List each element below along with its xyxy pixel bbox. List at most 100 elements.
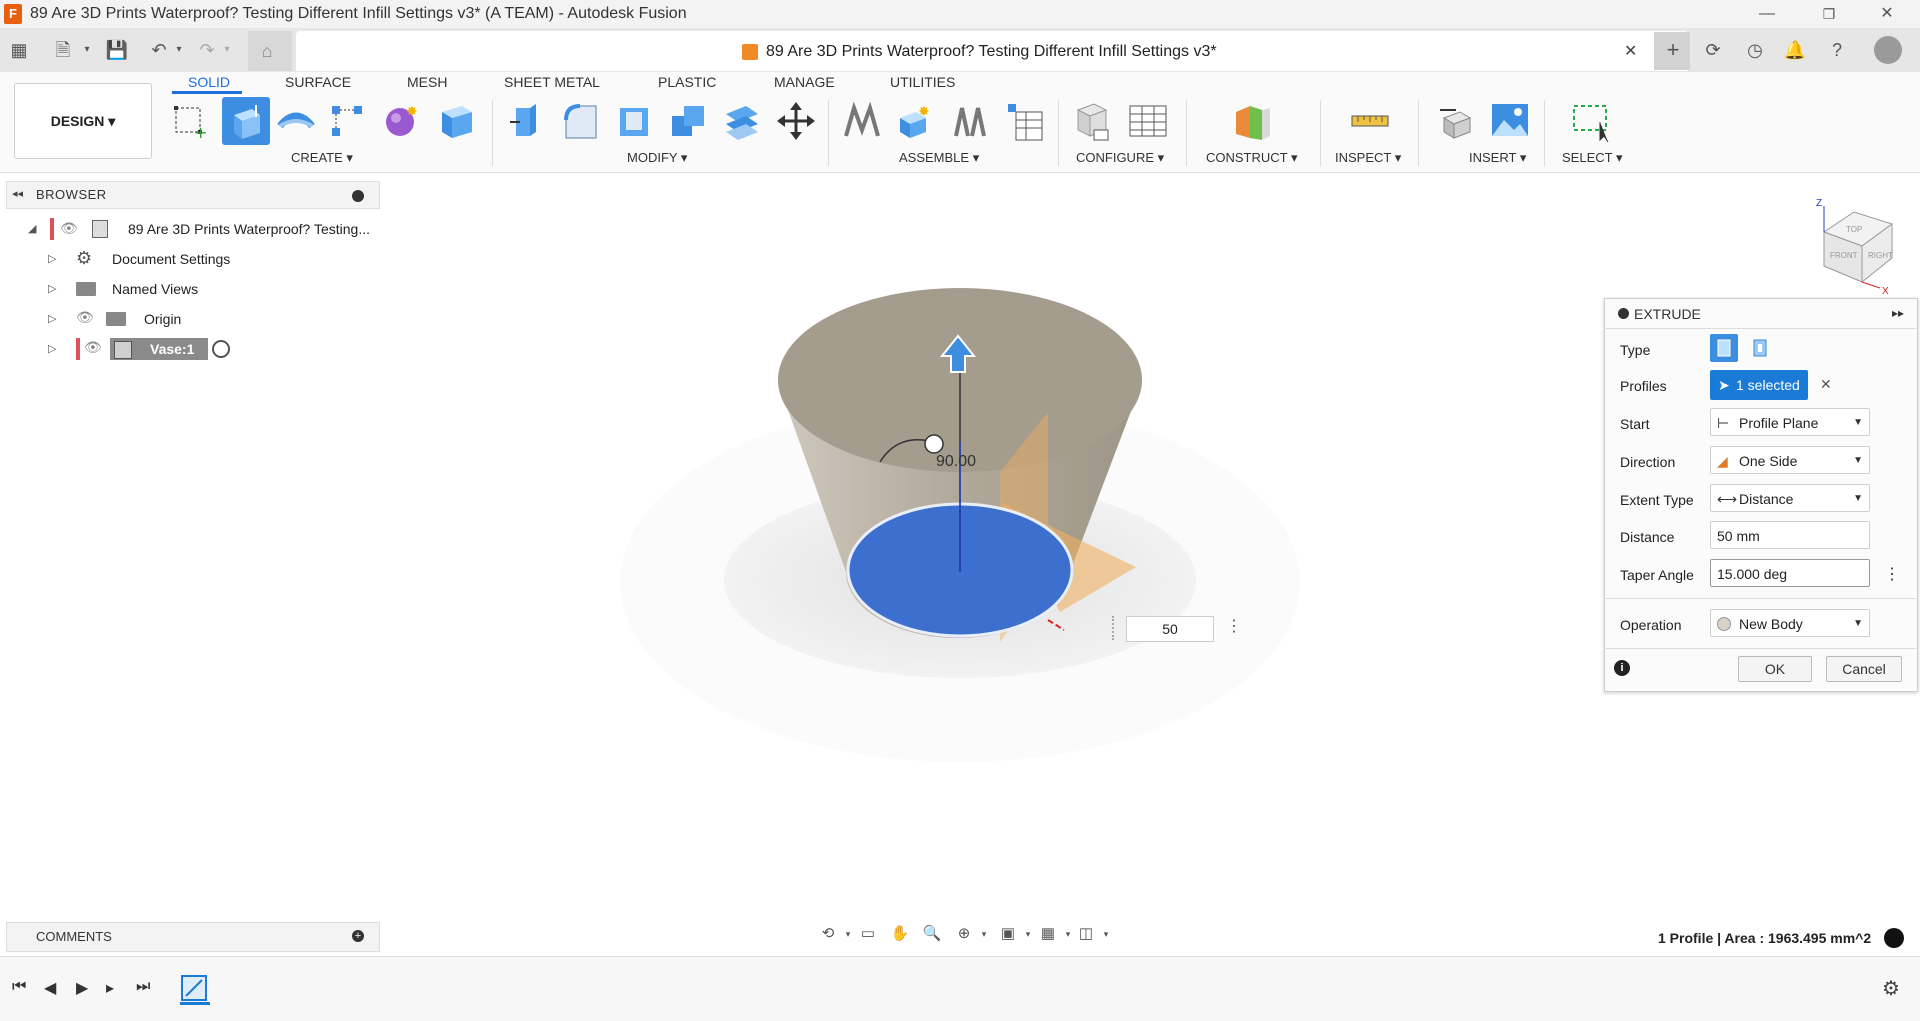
pan-icon[interactable]: ✋ (888, 924, 912, 944)
activate-radio-icon[interactable] (212, 340, 230, 358)
revolve-icon[interactable] (276, 100, 316, 142)
create-sketch-icon[interactable]: + (170, 100, 210, 142)
distance-onscreen-input[interactable]: 50 (1126, 616, 1214, 642)
new-component-icon[interactable] (842, 100, 882, 142)
tab-utilities[interactable]: UTILITIES (890, 74, 955, 90)
more-options-icon[interactable]: ⋮ (1226, 616, 1242, 636)
configure-menu[interactable]: CONFIGURE ▾ (1076, 150, 1164, 166)
fillet-icon[interactable] (560, 100, 600, 142)
tab-mesh[interactable]: MESH (407, 74, 447, 90)
help-icon[interactable]: ? (1824, 37, 1850, 63)
visibility-eye-icon[interactable]: 👁 (84, 339, 102, 356)
create-menu[interactable]: CREATE ▾ (291, 150, 353, 166)
distance-field[interactable]: 50 mm (1710, 521, 1870, 549)
angle-manipulator-icon[interactable] (924, 434, 944, 454)
redo-dropdown-icon[interactable]: ▾ (214, 37, 240, 63)
collapse-browser-icon[interactable]: ◂◂ (12, 187, 23, 200)
configure-design-icon[interactable] (1072, 100, 1112, 142)
modify-menu[interactable]: MODIFY ▾ (627, 150, 687, 166)
combine-icon[interactable] (668, 100, 708, 142)
extent-type-dropdown[interactable]: Distance ⟷ ▼ (1710, 484, 1870, 512)
insert-canvas-icon[interactable] (1490, 100, 1530, 142)
split-body-icon[interactable] (722, 100, 762, 142)
home-icon[interactable]: ⌂ (254, 38, 280, 64)
viewcube-right-label[interactable]: RIGHT (1868, 251, 1893, 260)
go-to-start-icon[interactable]: ⏮ (12, 978, 26, 996)
select-window-icon[interactable] (1570, 100, 1610, 143)
more-options-icon[interactable]: ⋮ (1884, 564, 1900, 584)
restore-icon[interactable]: ❐ (1806, 0, 1852, 28)
file-dropdown-icon[interactable]: ▾ (74, 37, 100, 63)
expand-triangle-icon[interactable]: ▷ (48, 282, 56, 295)
tab-sheet-metal[interactable]: SHEET METAL (504, 74, 600, 90)
file-menu-icon[interactable]: 🗎 (50, 37, 76, 63)
collapse-triangle-icon[interactable]: ◢ (28, 222, 36, 235)
zoom-icon[interactable]: 🔍 (920, 924, 944, 944)
insert-menu[interactable]: INSERT ▾ (1469, 150, 1526, 166)
tab-manage[interactable]: MANAGE (774, 74, 835, 90)
app-grid-icon[interactable]: ▦ (6, 37, 32, 63)
tab-plastic[interactable]: PLASTIC (658, 74, 716, 90)
insert-derive-icon[interactable] (1436, 100, 1476, 142)
close-window-icon[interactable]: ✕ (1864, 0, 1910, 28)
select-menu[interactable]: SELECT ▾ (1562, 150, 1622, 166)
press-pull-icon[interactable] (506, 100, 546, 142)
type-solid-button[interactable] (1710, 334, 1738, 362)
step-back-icon[interactable]: ◀ (44, 978, 56, 998)
extrude-icon[interactable] (222, 97, 270, 145)
operation-dropdown[interactable]: New Body ▼ (1710, 609, 1870, 637)
clear-selection-icon[interactable]: ✕ (1820, 376, 1832, 393)
timeline-settings-gear-icon[interactable]: ⚙ (1882, 976, 1900, 1001)
plus-icon[interactable]: + (1660, 37, 1686, 63)
joint-icon[interactable]: ✸ (896, 100, 936, 142)
box-icon[interactable] (436, 100, 476, 142)
visibility-eye-icon[interactable]: 👁 (76, 309, 94, 326)
timeline-sketch-feature-icon[interactable] (178, 970, 212, 1006)
add-comment-icon[interactable]: + (352, 930, 364, 942)
viewcube-front-label[interactable]: FRONT (1830, 251, 1858, 260)
pattern-icon[interactable] (328, 100, 368, 142)
expand-triangle-icon[interactable]: ▷ (48, 312, 56, 325)
type-thin-button[interactable] (1746, 334, 1774, 362)
look-at-icon[interactable]: ▭ (856, 924, 880, 944)
ok-button[interactable]: OK (1738, 656, 1812, 682)
direction-dropdown[interactable]: One Side ◢ ▼ (1710, 446, 1870, 474)
tab-surface[interactable]: SURFACE (285, 74, 351, 90)
expand-dialog-icon[interactable]: ▸▸ (1892, 306, 1904, 320)
workspace-switcher[interactable]: DESIGN ▾ (14, 83, 152, 159)
construct-menu[interactable]: CONSTRUCT ▾ (1206, 150, 1298, 166)
job-status-icon[interactable]: ◷ (1742, 37, 1768, 63)
tab-solid[interactable]: SOLID (188, 74, 230, 90)
viewports-dropdown-icon[interactable]: ▾ (1094, 924, 1118, 944)
info-icon[interactable]: i (1614, 660, 1630, 676)
taper-angle-field[interactable]: 15.000 deg (1710, 559, 1870, 587)
avatar[interactable] (1874, 36, 1902, 64)
as-built-joint-icon[interactable] (950, 100, 990, 142)
expand-triangle-icon[interactable]: ▷ (48, 342, 56, 355)
move-copy-icon[interactable] (776, 100, 816, 142)
3d-viewport[interactable]: 90.00 (380, 172, 1600, 912)
minimize-icon[interactable]: — (1744, 0, 1790, 28)
bill-of-materials-icon[interactable] (1004, 100, 1044, 142)
undo-dropdown-icon[interactable]: ▾ (166, 37, 192, 63)
assemble-menu[interactable]: ASSEMBLE ▾ (899, 150, 979, 166)
inspect-menu[interactable]: INSPECT ▾ (1335, 150, 1401, 166)
profiles-selection-chip[interactable]: ➤ 1 selected (1710, 370, 1808, 400)
cancel-button[interactable]: Cancel (1826, 656, 1902, 682)
save-icon[interactable]: 💾 (104, 37, 130, 63)
measure-icon[interactable] (1350, 100, 1390, 142)
close-tab-icon[interactable]: ✕ (1624, 41, 1637, 61)
play-icon[interactable]: ▶ (76, 978, 88, 998)
create-form-icon[interactable]: ✸ (382, 100, 422, 142)
configuration-table-icon[interactable] (1128, 100, 1168, 142)
input-drag-handle[interactable] (1112, 616, 1124, 640)
zoom-dropdown-icon[interactable]: ▾ (972, 924, 996, 944)
notifications-icon[interactable]: 🔔 (1782, 37, 1808, 63)
expand-triangle-icon[interactable]: ▷ (48, 252, 56, 265)
viewcube-top-label[interactable]: TOP (1846, 225, 1862, 234)
minimize-dialog-icon[interactable] (1618, 308, 1629, 319)
viewcube[interactable]: TOP FRONT RIGHT Z X (1810, 192, 1910, 296)
step-forward-icon[interactable]: ▸ (106, 978, 114, 998)
start-dropdown[interactable]: Profile Plane ⊢ ▼ (1710, 408, 1870, 436)
offset-plane-icon[interactable] (1232, 100, 1272, 142)
